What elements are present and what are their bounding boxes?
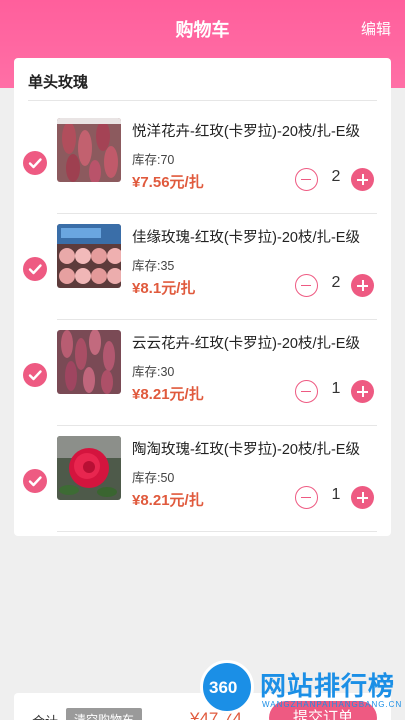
check-icon[interactable] xyxy=(23,257,47,281)
cart-item: 云云花卉-红玫(卡罗拉)-20枝/扎-E级 库存:30 ¥8.21元/扎 1 xyxy=(14,320,391,426)
shop-name: 单头玫瑰 xyxy=(28,74,89,91)
watermark-text: 网站排行榜 xyxy=(260,671,396,701)
product-name[interactable]: 佳缘玫瑰-红玫(卡罗拉)-20枝/扎-E级 xyxy=(132,226,360,247)
plus-icon[interactable] xyxy=(351,486,374,509)
price-text: ¥8.21元/扎 xyxy=(132,386,204,403)
price-text: ¥8.21元/扎 xyxy=(132,492,204,509)
watermark: 360 网站排行榜 WANGZHANPAIHANGBANG.CN xyxy=(200,660,405,720)
clear-cart-button[interactable]: 清空购物车 xyxy=(66,708,143,720)
minus-icon[interactable] xyxy=(295,168,318,191)
cart-item: 悦洋花卉-红玫(卡罗拉)-20枝/扎-E级 库存:70 ¥7.56元/扎 2 xyxy=(14,108,391,214)
product-name[interactable]: 云云花卉-红玫(卡罗拉)-20枝/扎-E级 xyxy=(132,332,360,353)
check-icon[interactable] xyxy=(23,469,47,493)
minus-icon[interactable] xyxy=(295,486,318,509)
cart-item: 陶淘玫瑰-红玫(卡罗拉)-20枝/扎-E级 库存:50 ¥8.21元/扎 1 xyxy=(14,426,391,532)
watermark-subtext: WANGZHANPAIHANGBANG.CN xyxy=(262,700,403,709)
watermark-logo: 360 xyxy=(200,660,254,714)
stock-text: 库存:70 xyxy=(132,153,175,167)
edit-button[interactable]: 编辑 xyxy=(361,18,391,39)
page-title: 购物车 xyxy=(175,20,230,40)
plus-icon[interactable] xyxy=(351,274,374,297)
quantity-value[interactable]: 1 xyxy=(326,380,346,398)
quantity-value[interactable]: 1 xyxy=(326,486,346,504)
stock-text: 库存:50 xyxy=(132,471,175,485)
cart-item: 佳缘玫瑰-红玫(卡罗拉)-20枝/扎-E级 库存:35 ¥8.1元/扎 2 xyxy=(14,214,391,320)
watermark-logo-text: 360 xyxy=(209,678,238,697)
stock-text: 库存:30 xyxy=(132,365,175,379)
minus-icon[interactable] xyxy=(295,274,318,297)
stock-text: 库存:35 xyxy=(132,259,175,273)
product-name[interactable]: 陶淘玫瑰-红玫(卡罗拉)-20枝/扎-E级 xyxy=(132,438,360,459)
divider xyxy=(28,100,377,101)
price-text: ¥8.1元/扎 xyxy=(132,280,196,297)
plus-icon[interactable] xyxy=(351,380,374,403)
divider xyxy=(57,531,377,532)
check-icon[interactable] xyxy=(23,363,47,387)
check-icon[interactable] xyxy=(23,151,47,175)
minus-icon[interactable] xyxy=(295,380,318,403)
product-image[interactable] xyxy=(57,436,121,500)
quantity-value[interactable]: 2 xyxy=(326,274,346,292)
quantity-value[interactable]: 2 xyxy=(326,168,346,186)
product-image[interactable] xyxy=(57,330,121,394)
total-label: 合计 xyxy=(32,711,58,720)
price-text: ¥7.56元/扎 xyxy=(132,174,204,191)
product-name[interactable]: 悦洋花卉-红玫(卡罗拉)-20枝/扎-E级 xyxy=(132,120,360,141)
product-image[interactable] xyxy=(57,118,121,182)
plus-icon[interactable] xyxy=(351,168,374,191)
product-image[interactable] xyxy=(57,224,121,288)
cart-card: 单头玫瑰 悦洋花卉-红玫(卡罗拉)-20枝/扎-E级 库存:70 ¥7.56元/… xyxy=(14,58,391,536)
